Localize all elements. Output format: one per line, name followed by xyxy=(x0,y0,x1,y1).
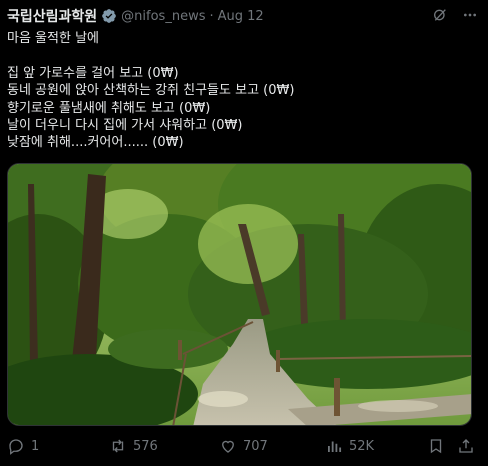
tweet-line: 마음 울적한 날에 xyxy=(7,31,99,46)
tweet-line xyxy=(7,47,477,64)
more-options-icon[interactable] xyxy=(462,7,478,23)
verified-badge-icon[interactable] xyxy=(101,8,117,24)
reply-count: 1 xyxy=(31,438,40,454)
forest-path-photo xyxy=(8,164,471,425)
tweet-line: 집 앞 가로수를 걸어 보고 (0₩) xyxy=(7,65,179,81)
tweet-line: 낮잠에 취해....커어어...... (0₩) xyxy=(7,135,184,151)
views-button[interactable]: 52K xyxy=(325,437,374,455)
reply-icon xyxy=(9,439,23,455)
tweet-header: 국립산림과학원 @nifos_news · Aug 12 xyxy=(7,6,478,26)
share-icon xyxy=(459,439,473,453)
author-handle[interactable]: @nifos_news xyxy=(121,9,205,24)
tweet-text: 마음 울적한 날에 집 앞 가로수를 걸어 보고 (0₩) 동네 공원에 앉아 … xyxy=(7,30,477,152)
repost-icon xyxy=(112,439,124,453)
post-date[interactable]: Aug 12 xyxy=(218,9,264,24)
repost-button[interactable]: 576 xyxy=(109,437,158,455)
heart-icon xyxy=(222,440,234,453)
author-name[interactable]: 국립산림과학원 xyxy=(7,6,97,26)
reply-button[interactable]: 1 xyxy=(7,437,39,455)
separator-dot: · xyxy=(209,8,214,24)
like-count: 707 xyxy=(243,438,268,454)
like-button[interactable]: 707 xyxy=(219,437,268,455)
repost-count: 576 xyxy=(133,438,158,454)
bookmark-icon xyxy=(430,439,442,454)
views-icon xyxy=(328,441,342,452)
tweet-actions: 1 576 707 52K xyxy=(7,437,477,455)
bookmark-button[interactable] xyxy=(427,437,445,455)
views-count: 52K xyxy=(349,438,375,454)
tweet-line: 향기로운 풀냄새에 취해도 보고 (0₩) xyxy=(7,100,211,116)
tweet-media-photo[interactable] xyxy=(7,163,472,426)
tweet-line: 날이 더우니 다시 집에 가서 샤워하고 (0₩) xyxy=(7,117,243,133)
grok-icon[interactable] xyxy=(432,7,448,23)
tweet-line: 동네 공원에 앉아 산책하는 강쥐 친구들도 보고 (0₩) xyxy=(7,83,295,99)
share-button[interactable] xyxy=(457,437,475,455)
